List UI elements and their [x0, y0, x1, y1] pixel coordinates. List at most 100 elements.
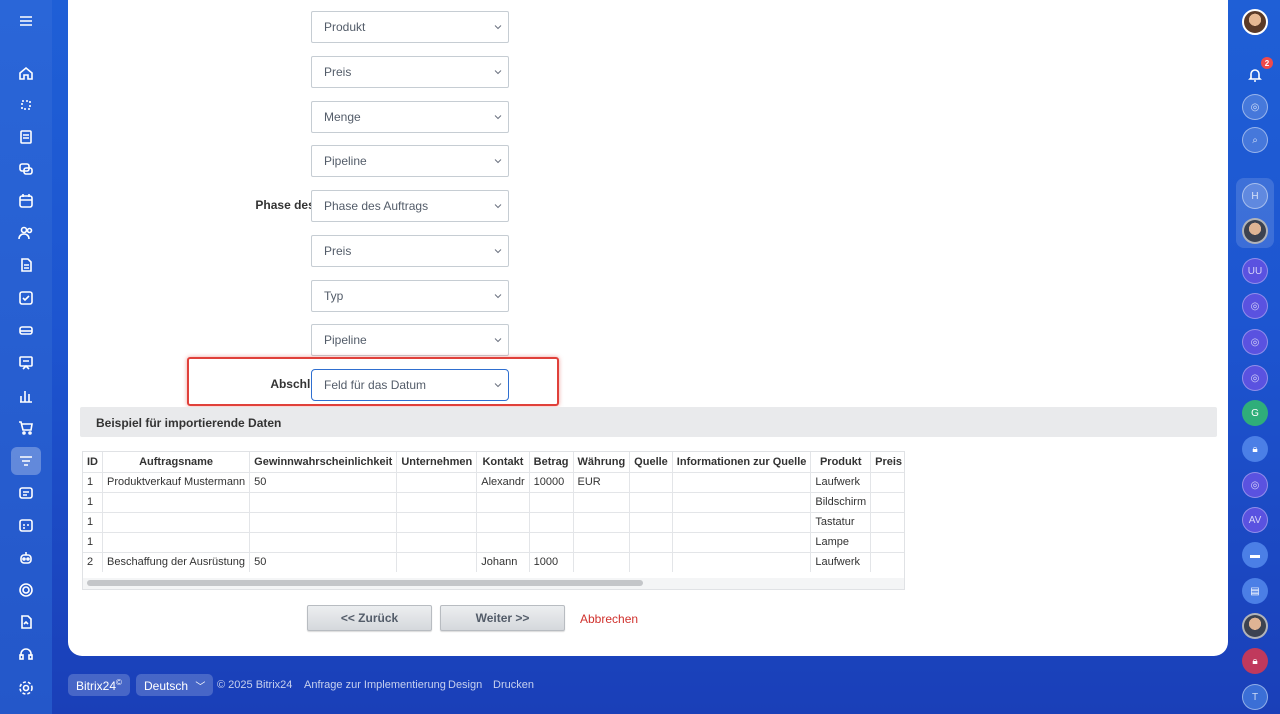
- field-select[interactable]: Phase des Auftrags: [311, 190, 509, 222]
- horizontal-scrollbar[interactable]: [83, 578, 904, 589]
- chat-avatar-t[interactable]: T: [1242, 684, 1268, 710]
- table-cell: [396, 471, 478, 492]
- form-row: Phase des Auftrags:Phase des Auftrags: [68, 190, 588, 222]
- presentation-icon[interactable]: [13, 350, 39, 376]
- select-value: Typ: [324, 289, 344, 303]
- column-header: Betrag: [529, 452, 574, 472]
- home-icon[interactable]: [13, 60, 39, 86]
- table-cell: [870, 531, 904, 552]
- scrollbar-thumb[interactable]: [87, 580, 643, 586]
- select-value: Pipeline: [324, 333, 367, 347]
- sites-icon[interactable]: [13, 480, 39, 506]
- table-cell: 1: [83, 531, 103, 552]
- table-cell: [476, 511, 530, 532]
- robot-icon[interactable]: [13, 545, 39, 571]
- sign-icon[interactable]: [13, 609, 39, 635]
- table-cell: Tastatur: [810, 511, 872, 532]
- document-icon[interactable]: [13, 252, 39, 278]
- feed-icon[interactable]: [13, 124, 39, 150]
- language-label: Deutsch: [144, 679, 189, 693]
- chevron-down-icon: [494, 115, 502, 120]
- design-link[interactable]: Design: [448, 679, 482, 691]
- channel-icon[interactable]: ◎: [1242, 94, 1268, 120]
- chat-avatar-av[interactable]: AV: [1242, 507, 1268, 533]
- chevron-down-icon: [494, 338, 502, 343]
- table-cell: 50: [249, 551, 398, 572]
- field-select[interactable]: Produkt: [311, 11, 509, 43]
- search-chat-icon[interactable]: ⌕: [1242, 127, 1268, 153]
- chat-avatar-h[interactable]: H: [1242, 183, 1268, 209]
- select-value: Preis: [324, 65, 352, 79]
- chat-avatar-uu[interactable]: UU: [1242, 258, 1268, 284]
- table-cell: 10000: [529, 471, 574, 492]
- preview-table: ID Auftragsname Gewinnwahrscheinlichkeit Un…: [82, 451, 905, 590]
- users-icon[interactable]: [13, 220, 39, 246]
- user-avatar[interactable]: [1242, 9, 1268, 35]
- table-cell: [672, 531, 812, 552]
- booking-icon[interactable]: [13, 512, 39, 538]
- news-icon[interactable]: ▤: [1242, 578, 1268, 604]
- table-cell: [396, 531, 478, 552]
- tasks-icon[interactable]: [13, 285, 39, 311]
- column-header: Kontakt: [476, 452, 530, 472]
- field-select[interactable]: Preis: [311, 56, 509, 88]
- bell-icon[interactable]: 2: [1242, 57, 1273, 88]
- table-cell: [249, 531, 398, 552]
- table-cell: [573, 531, 631, 552]
- implementation-link[interactable]: Anfrage zur Implementierung: [304, 679, 446, 691]
- drive-icon[interactable]: [13, 317, 39, 343]
- field-select[interactable]: Pipeline: [311, 145, 509, 177]
- table-cell: [249, 511, 398, 532]
- message-icon[interactable]: ▬: [1242, 542, 1268, 568]
- field-select[interactable]: Menge: [311, 101, 509, 133]
- menu-icon[interactable]: [13, 8, 39, 34]
- table-cell: [672, 471, 812, 492]
- column-header: Währung: [573, 452, 631, 472]
- settings-icon[interactable]: [13, 675, 39, 701]
- table-cell: [629, 491, 673, 512]
- lock-icon[interactable]: 🔒︎: [1242, 648, 1268, 674]
- table-cell: [629, 511, 673, 532]
- language-select[interactable]: Deutsch ﹀: [136, 674, 214, 696]
- table-row: 1Lampe1: [83, 531, 904, 552]
- chat-avatar-photo[interactable]: [1242, 613, 1268, 639]
- headset-icon[interactable]: [13, 641, 39, 667]
- field-select[interactable]: Preis: [311, 235, 509, 267]
- table-cell: [102, 511, 251, 532]
- openline-icon[interactable]: ◎: [1242, 293, 1268, 319]
- print-link[interactable]: Drucken: [493, 679, 534, 691]
- table-cell: 1: [83, 511, 103, 532]
- table-cell: Laufwerk: [810, 551, 872, 572]
- openline-icon[interactable]: ◎: [1242, 329, 1268, 355]
- import-card: Produkt:Produkt Preis:Preis Menge:Menge Pip…: [68, 0, 1228, 656]
- chat-icon[interactable]: [13, 156, 39, 182]
- table-cell: [870, 551, 904, 572]
- table-row: 2 Beschaffung der Ausrüstung 50 Johann 1000 L…: [83, 551, 904, 572]
- table-cell: 1: [83, 491, 103, 512]
- table-cell: [476, 491, 530, 512]
- brand-logo[interactable]: Bitrix24©: [68, 674, 130, 696]
- column-header: Produkt: [810, 452, 872, 472]
- form-row: Pipeline:Pipeline: [68, 324, 588, 356]
- column-header: Preis: [870, 452, 904, 472]
- chat-avatar-photo[interactable]: [1242, 218, 1268, 244]
- table-cell: [870, 511, 904, 532]
- table-cell: Beschaffung der Ausrüstung: [102, 551, 251, 572]
- openline-icon[interactable]: ◎: [1242, 365, 1268, 391]
- calendar-icon[interactable]: [13, 188, 39, 214]
- copilot-icon[interactable]: [13, 92, 39, 118]
- next-button[interactable]: Weiter >>: [440, 605, 565, 631]
- cart-icon[interactable]: [13, 415, 39, 441]
- back-button[interactable]: << Zurück: [307, 605, 432, 631]
- lock-icon[interactable]: 🔒︎: [1242, 436, 1268, 462]
- cancel-link[interactable]: Abbrechen: [580, 612, 638, 626]
- crm-filter-icon[interactable]: [11, 447, 41, 475]
- openline-icon[interactable]: ◎: [1242, 472, 1268, 498]
- field-select[interactable]: Pipeline: [311, 324, 509, 356]
- target-icon[interactable]: [13, 577, 39, 603]
- table-cell: 1000: [529, 551, 574, 572]
- analytics-icon[interactable]: [13, 383, 39, 409]
- field-select[interactable]: Typ: [311, 280, 509, 312]
- chat-avatar-g[interactable]: G: [1242, 400, 1268, 426]
- table-row: 1Bildschirm1: [83, 491, 904, 512]
